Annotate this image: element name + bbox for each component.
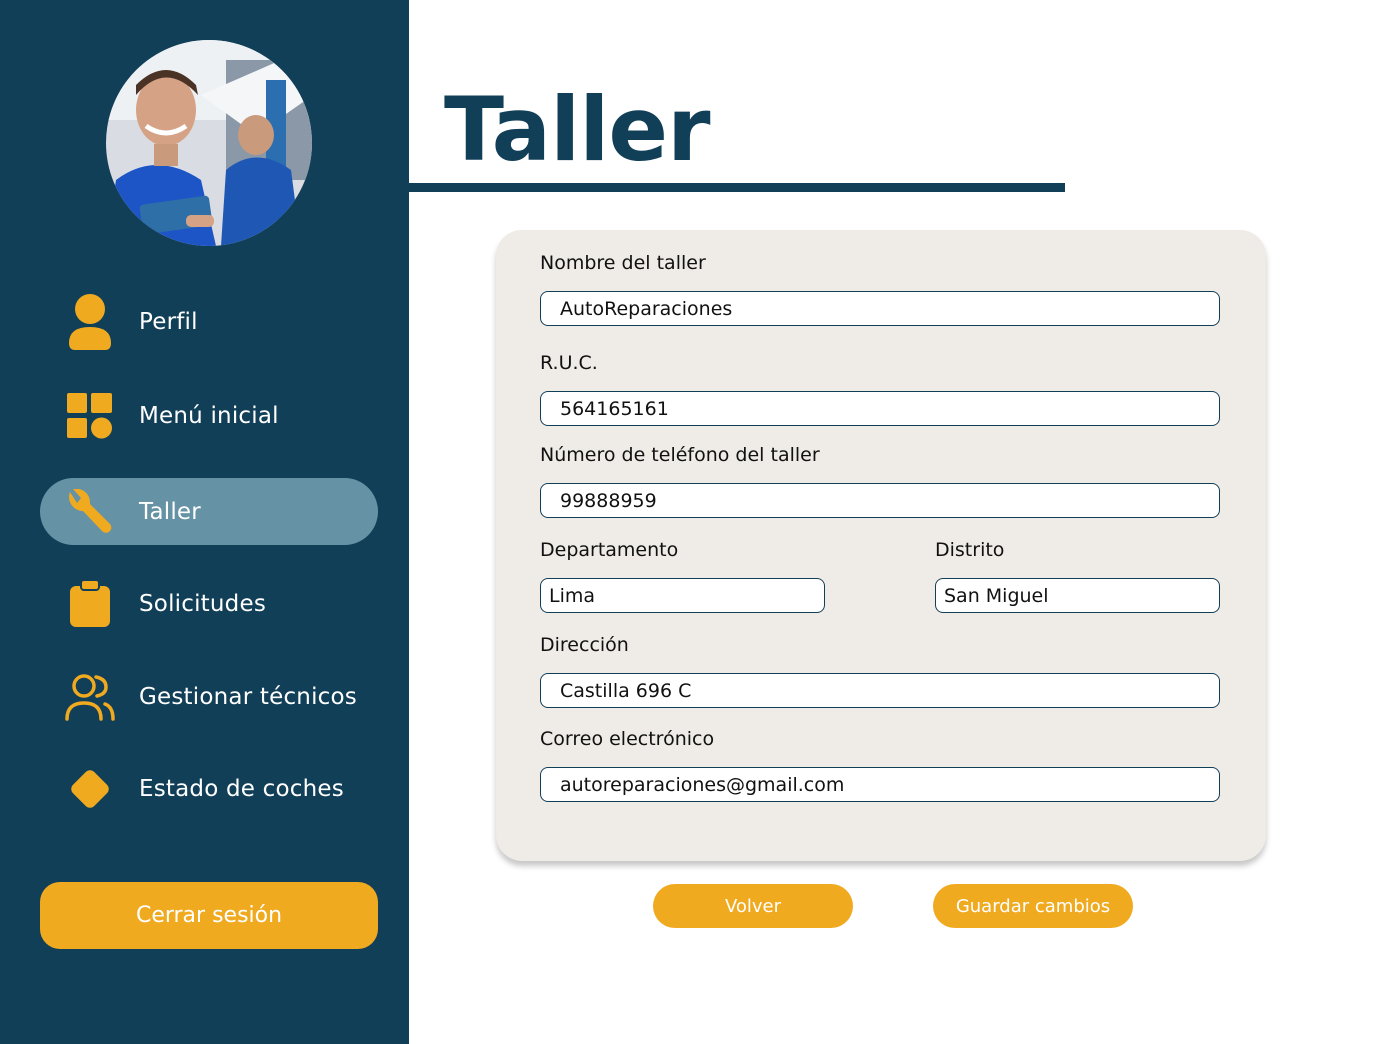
avatar[interactable] [106,40,312,246]
direccion-label: Dirección [540,634,629,656]
sidebar: Perfil Menú inicial Taller Solicitudes G… [0,0,409,1044]
nombre-label: Nombre del taller [540,252,706,274]
clipboard-icon [64,575,116,633]
sidebar-item-gestionar-tecnicos[interactable]: Gestionar técnicos [40,663,378,730]
sidebar-item-estado-de-coches[interactable]: Estado de coches [40,755,378,822]
departamento-label: Departamento [540,539,679,561]
ruc-label: R.U.C. [540,352,598,374]
telefono-input[interactable] [540,483,1220,518]
sidebar-item-label: Perfil [139,308,198,335]
save-button[interactable]: Guardar cambios [933,884,1133,928]
sidebar-item-label: Menú inicial [139,402,279,429]
back-button[interactable]: Volver [653,884,853,928]
sidebar-item-taller[interactable]: Taller [40,478,378,545]
sidebar-item-label: Estado de coches [139,775,344,802]
direccion-input[interactable] [540,673,1220,708]
sidebar-item-solicitudes[interactable]: Solicitudes [40,570,378,637]
telefono-label: Número de teléfono del taller [540,444,820,466]
profile-photo [106,40,312,246]
ruc-input[interactable] [540,391,1220,426]
distrito-label: Distrito [935,539,1005,561]
sidebar-item-label: Gestionar técnicos [139,683,357,710]
sidebar-item-perfil[interactable]: Perfil [40,288,378,355]
user-icon [64,293,116,351]
diamond-icon [64,760,116,818]
distrito-input[interactable] [935,578,1220,613]
page-title: Taller [444,78,710,181]
correo-input[interactable] [540,767,1220,802]
sidebar-item-menu-inicial[interactable]: Menú inicial [40,382,378,449]
dashboard-grid-icon [64,387,116,445]
correo-label: Correo electrónico [540,728,715,750]
workshop-form-card: Nombre del taller R.U.C. Número de teléf… [496,230,1266,861]
sidebar-item-label: Solicitudes [139,590,267,617]
title-underline [409,183,1065,192]
users-icon [64,668,116,726]
wrench-icon [64,483,116,541]
nombre-input[interactable] [540,291,1220,326]
logout-button[interactable]: Cerrar sesión [40,882,378,949]
sidebar-item-label: Taller [139,498,201,525]
departamento-input[interactable] [540,578,825,613]
